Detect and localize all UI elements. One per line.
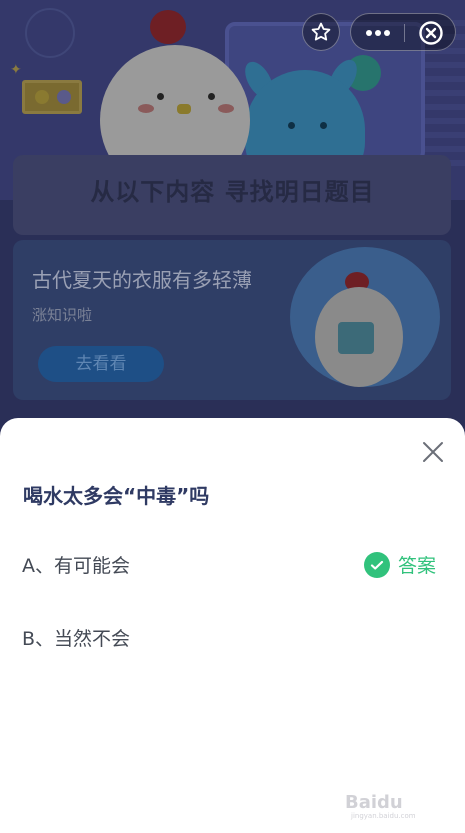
decor-circle [25, 8, 75, 58]
sparkle-icon: ✦ [10, 62, 22, 78]
question-text: 喝水太多会“中毒”吗 [23, 484, 210, 508]
banner-title: 从以下内容 寻找明日题目 [90, 178, 375, 206]
chick-eye-right [208, 93, 215, 100]
close-icon [423, 442, 443, 462]
chick-cheek-left [138, 104, 154, 113]
chick-comb [150, 10, 186, 44]
alien-eye-right [320, 122, 327, 129]
baidu-watermark: Baidu jingyan.baidu.com [345, 776, 441, 820]
content-subtitle: 涨知识啦 [32, 306, 93, 324]
go-see-button[interactable]: 去看看 [38, 346, 164, 382]
book-icon [338, 322, 374, 354]
medal-icon [35, 90, 49, 104]
option-b[interactable]: B、当然不会 [0, 612, 465, 662]
more-dots-icon [365, 30, 390, 36]
watermark-logo-text: Baidu [345, 792, 403, 813]
exit-mini-program-button[interactable] [405, 14, 457, 52]
watermark-sub-text: jingyan.baidu.com [351, 812, 416, 820]
mini-program-capsule [350, 13, 456, 51]
option-a-label: A、有可能会 [22, 555, 130, 577]
chick-beak [177, 104, 191, 114]
star-outline-icon [311, 22, 331, 41]
check-circle-icon [364, 551, 390, 578]
close-circle-icon [419, 21, 443, 45]
more-button[interactable] [351, 14, 404, 52]
alien-eye-left [288, 122, 295, 129]
correct-answer-badge: 答案 [364, 551, 436, 578]
answer-label: 答案 [398, 555, 437, 577]
option-a[interactable]: A、有可能会 答案 [0, 539, 465, 589]
option-b-label: B、当然不会 [22, 628, 131, 650]
sheet-close-button[interactable] [418, 437, 448, 467]
content-title: 古代夏天的衣服有多轻薄 [32, 268, 252, 292]
chick-cheek-right [218, 104, 234, 113]
medal-frame [22, 80, 82, 114]
favorite-button[interactable] [302, 13, 340, 51]
medal-icon [57, 90, 71, 104]
chick-eye-left [157, 93, 164, 100]
